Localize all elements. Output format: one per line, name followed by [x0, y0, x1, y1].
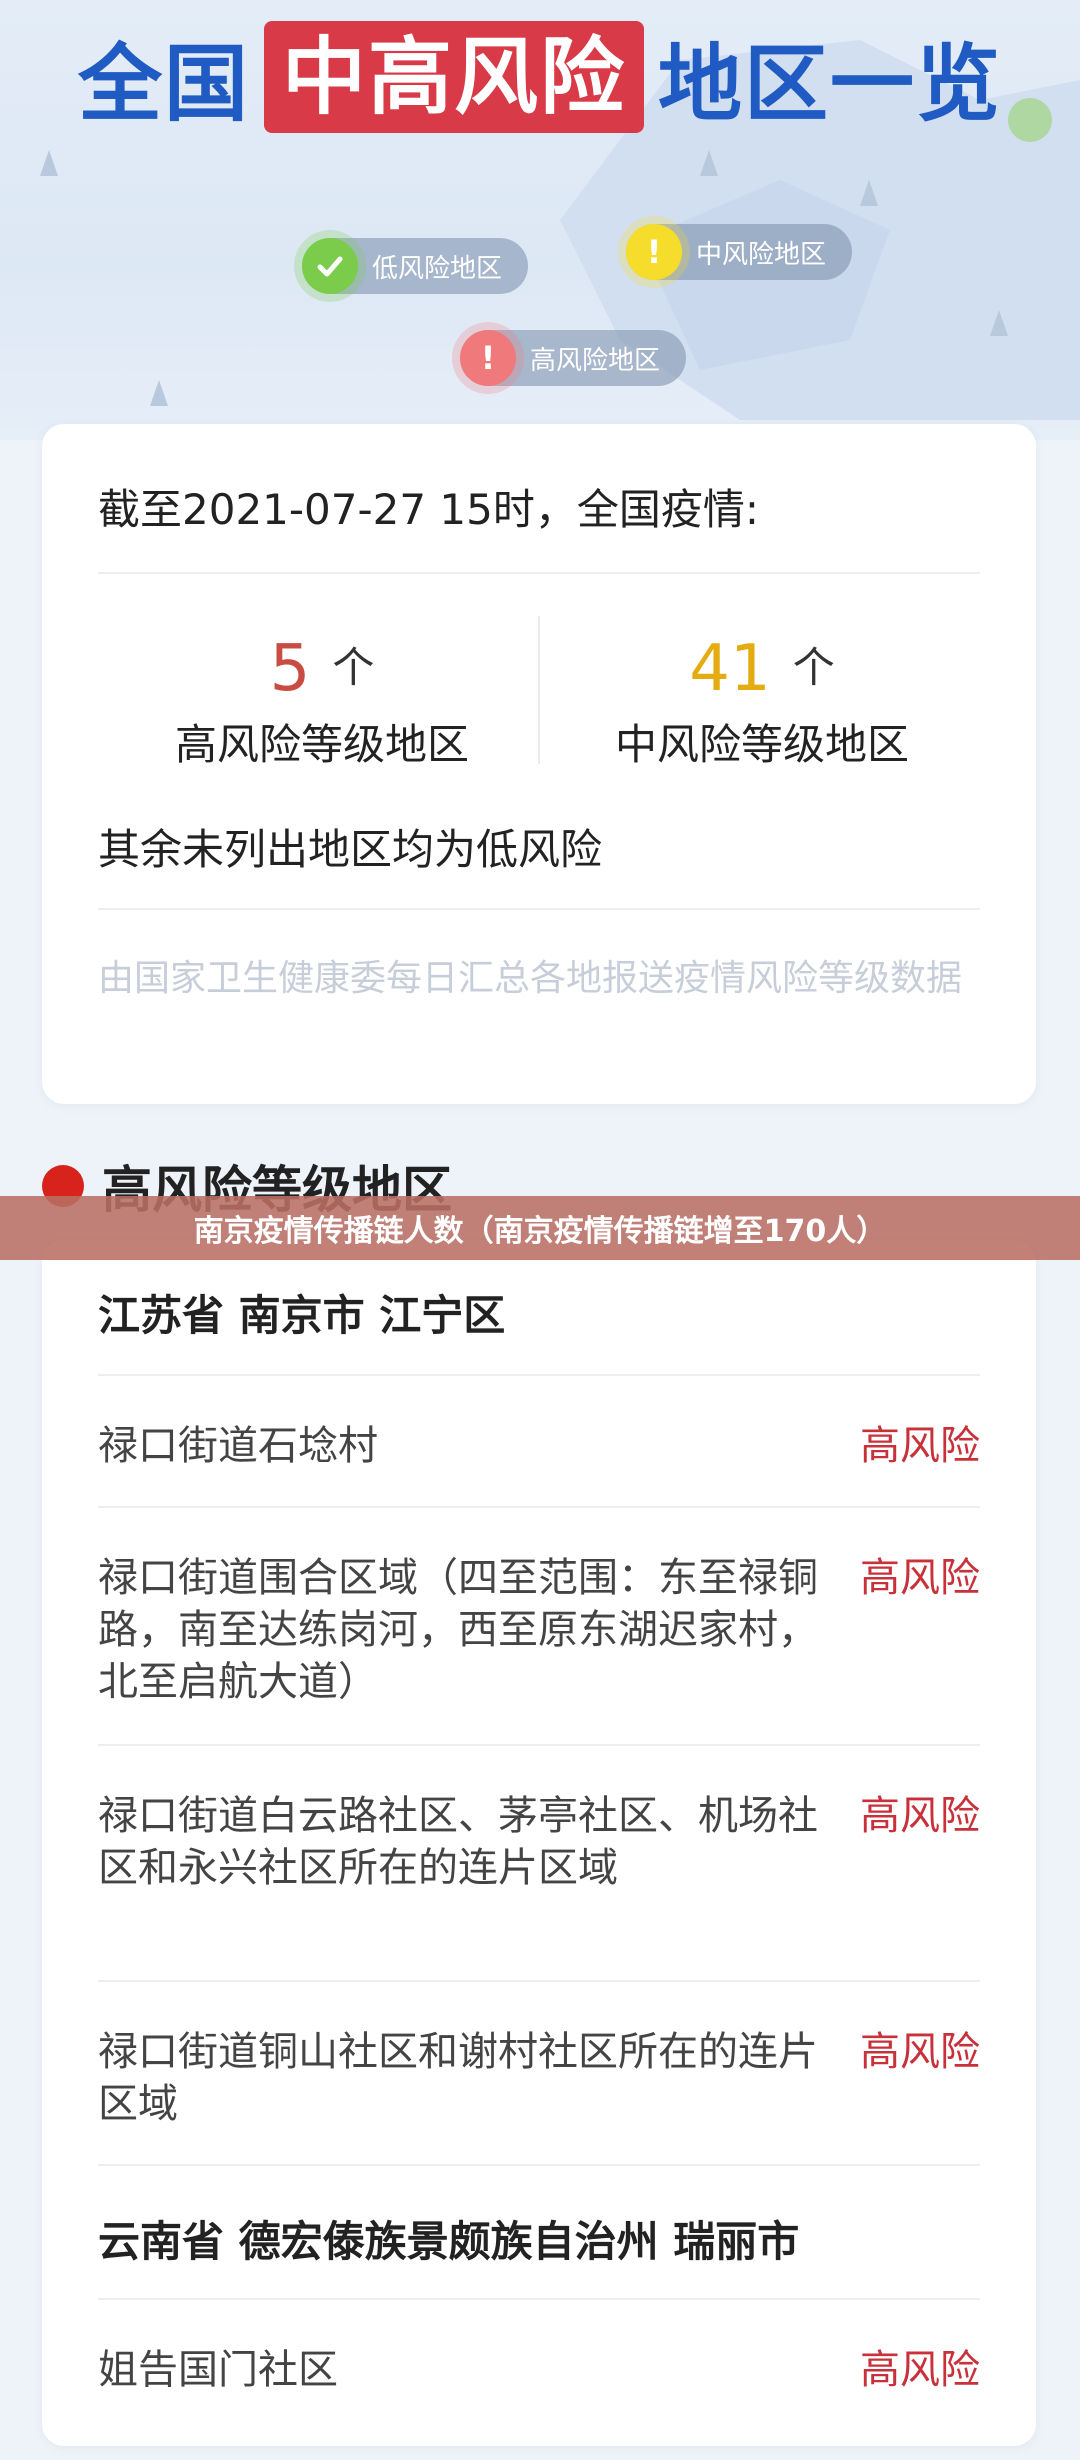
- divider: [98, 2298, 980, 2300]
- caption-overlay: 南京疫情传播链人数（南京疫情传播链增至170人）: [0, 1196, 1080, 1260]
- high-risk-unit: 个: [332, 643, 375, 692]
- divider: [98, 572, 980, 574]
- legend-low-label: 低风险地区: [372, 253, 503, 284]
- legend-mid-risk: ! 中风险地区: [626, 224, 853, 280]
- check-icon: [302, 238, 358, 294]
- stat-divider: [538, 616, 540, 764]
- divider: [98, 1980, 980, 1982]
- divider: [98, 908, 980, 910]
- region-group-title: 云南省 德宏傣族景颇族自治州 瑞丽市: [98, 2217, 800, 2266]
- high-risk-label: 高风险等级地区: [174, 720, 469, 769]
- region-group-title: 江苏省 南京市 江宁区: [98, 1291, 506, 1340]
- list-item-area: 禄口街道围合区域（四至范围：东至禄铜路，南至达练岗河，西至原东湖迟家村，北至启航…: [98, 1555, 818, 1705]
- low-risk-note: 其余未列出地区均为低风险: [98, 825, 603, 874]
- summary-card: 截至2021-07-27 15时，全国疫情: 5个 高风险等级地区 41 个 中风…: [42, 424, 1036, 1104]
- risk-level-badge: 高风险: [860, 1793, 980, 1839]
- divider: [98, 2164, 980, 2166]
- exclamation-icon: !: [626, 224, 682, 280]
- risk-level-badge: 高风险: [860, 2029, 980, 2075]
- mid-risk-stat: 41 个 中风险等级地区: [542, 632, 982, 772]
- data-source-note: 由国家卫生健康委每日汇总各地报送疫情风险等级数据: [98, 958, 963, 999]
- high-risk-stat: 5个 高风险等级地区: [102, 632, 542, 772]
- list-item-area: 禄口街道石埝村: [98, 1423, 378, 1469]
- summary-heading: 截至2021-07-27 15时，全国疫情:: [98, 485, 760, 534]
- divider: [98, 1744, 980, 1746]
- caption-text: 南京疫情传播链人数（南京疫情传播链增至170人）: [193, 1214, 887, 1249]
- list-item-area: 禄口街道铜山社区和谢村社区所在的连片区域: [98, 2029, 818, 2127]
- divider: [98, 1506, 980, 1508]
- legend-high-risk: ! 高风险地区: [460, 330, 687, 386]
- high-risk-count: 5: [269, 632, 311, 706]
- legend-low-risk: 低风险地区: [302, 238, 529, 294]
- banner-title: 全国 中高风险 地区一览: [78, 21, 1002, 133]
- banner-title-suffix: 地区一览: [658, 34, 1003, 133]
- risk-level-badge: 高风险: [860, 1423, 980, 1469]
- mid-risk-unit: 个: [792, 643, 835, 692]
- legend-high-label: 高风险地区: [530, 345, 661, 376]
- list-item-area: 禄口街道白云路社区、茅亭社区、机场社区和永兴社区所在的连片区域: [98, 1793, 818, 1891]
- list-item-area: 姐告国门社区: [98, 2347, 338, 2393]
- banner-title-prefix: 全国: [78, 34, 251, 133]
- legend-mid-label: 中风险地区: [696, 239, 827, 270]
- banner-title-highlight: 中高风险: [264, 21, 645, 133]
- risk-level-badge: 高风险: [860, 2347, 980, 2393]
- map-banner: 全国 中高风险 地区一览 低风险地区 ! 中风险地区 ! 高风险地区: [0, 0, 1080, 440]
- divider: [98, 1374, 980, 1376]
- high-risk-list-card: 江苏省 南京市 江宁区 禄口街道石埝村 高风险 禄口街道围合区域（四至范围：东至…: [42, 1240, 1036, 2446]
- risk-level-badge: 高风险: [860, 1555, 980, 1601]
- exclamation-icon: !: [460, 330, 516, 386]
- mid-risk-count: 41: [689, 632, 771, 706]
- mid-risk-label: 中风险等级地区: [614, 720, 909, 769]
